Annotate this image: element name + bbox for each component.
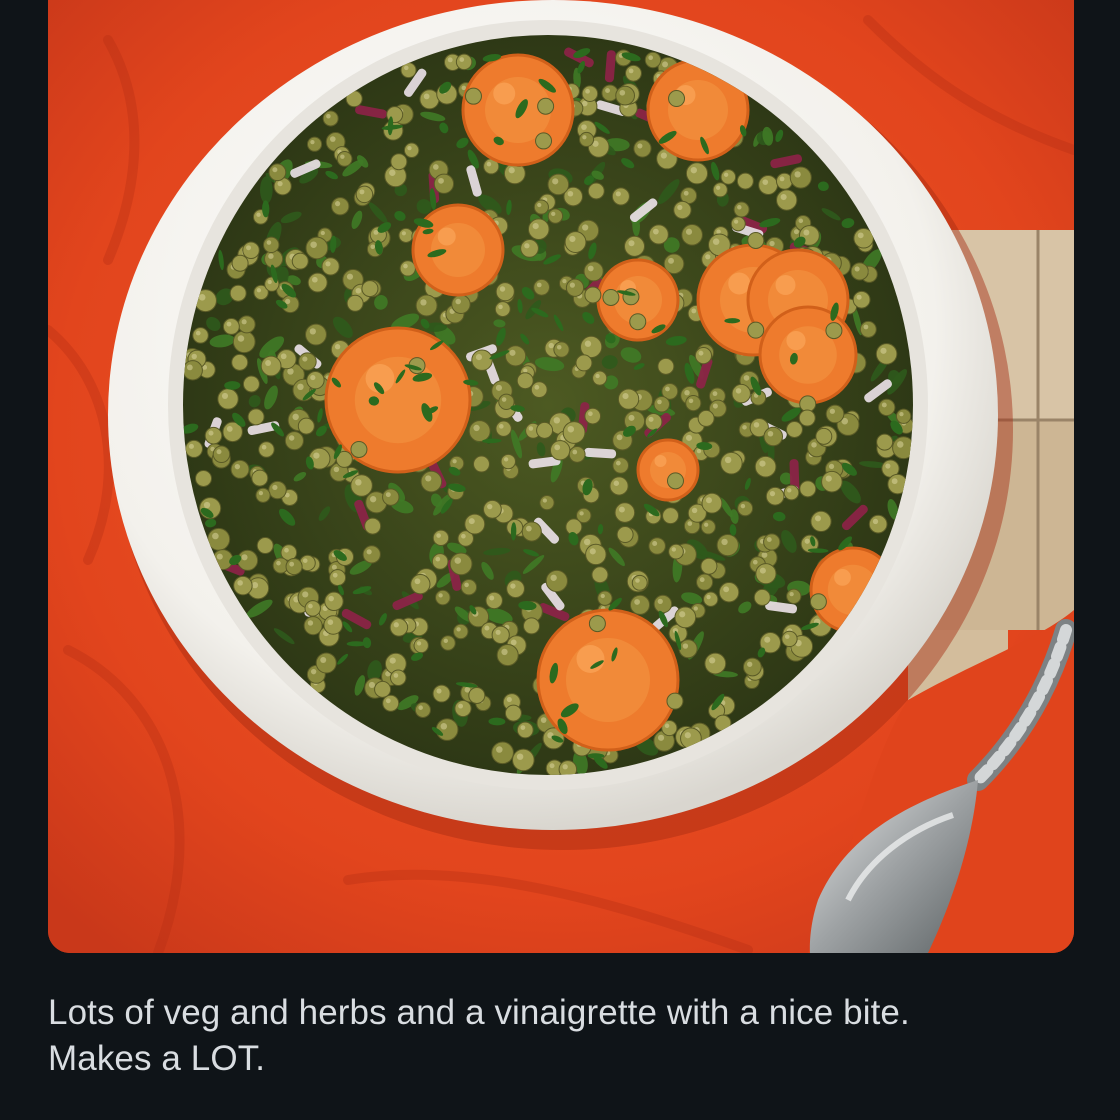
lentil-salad-photo <box>48 0 1074 953</box>
post-image[interactable] <box>48 0 1074 953</box>
post-caption: Lots of veg and herbs and a vinaigrette … <box>48 990 1088 1082</box>
caption-line-1: Lots of veg and herbs and a vinaigrette … <box>48 993 910 1032</box>
post-view: Lots of veg and herbs and a vinaigrette … <box>0 0 1120 1120</box>
caption-line-2: Makes a LOT. <box>48 1039 266 1078</box>
